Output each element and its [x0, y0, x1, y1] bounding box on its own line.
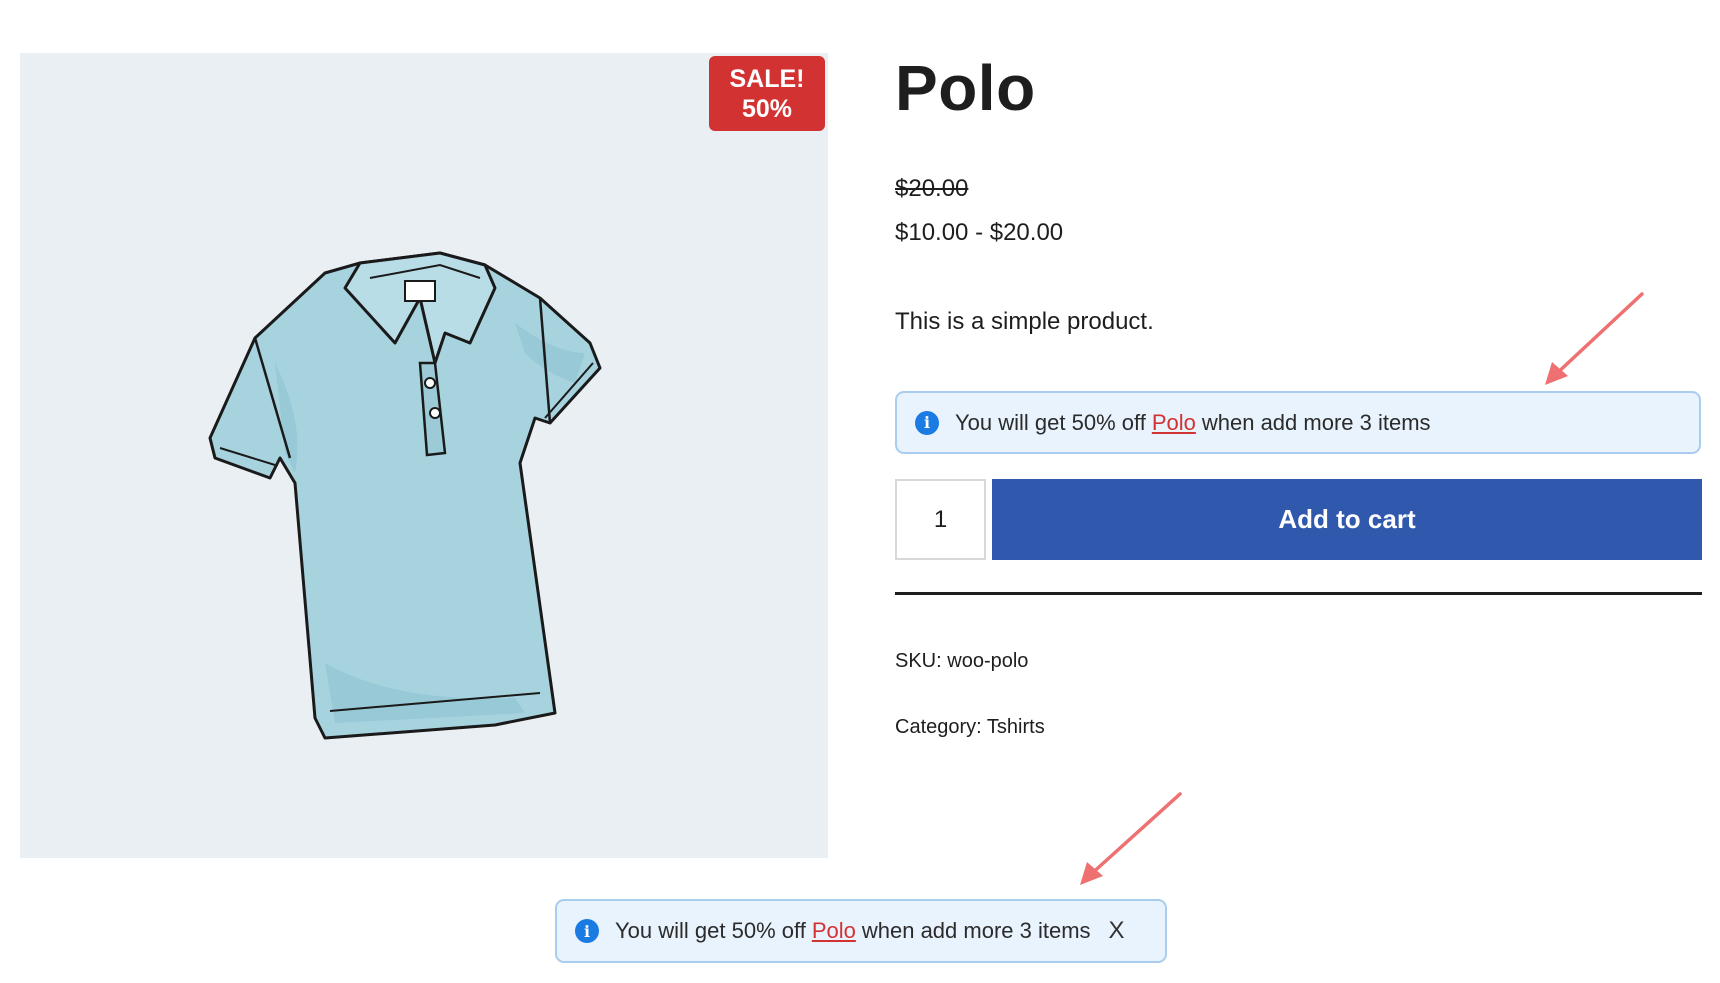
sale-badge-line2: 50% — [741, 94, 793, 123]
annotation-arrow-top — [1545, 292, 1644, 385]
product-title: Polo — [895, 52, 1036, 124]
info-icon: i — [915, 410, 939, 435]
toast-text-before: You will get 50% off — [615, 918, 806, 943]
annotation-arrow-bottom — [1080, 792, 1182, 885]
product-image[interactable]: SALE! 50% — [20, 53, 828, 858]
quantity-input[interactable] — [895, 479, 986, 560]
sale-price-range: $10.00 - $20.00 — [895, 219, 1064, 246]
discount-notice-inline: i You will get 50% off Polo when add mor… — [895, 391, 1701, 454]
product-sku: SKU: woo-polo — [895, 650, 1028, 673]
notice-text-before: You will get 50% off — [955, 409, 1146, 435]
notice-product-link[interactable]: Polo — [1152, 410, 1196, 436]
sku-label: SKU: — [895, 650, 942, 672]
notice-text-after: when add more 3 items — [1201, 409, 1431, 435]
product-page: SALE! 50% Polo $20.00 $10.00 - $20.00 Th… — [0, 0, 1720, 983]
close-icon[interactable]: X — [1109, 917, 1125, 945]
divider — [895, 592, 1702, 595]
sale-badge: SALE! 50% — [709, 56, 825, 131]
product-category: Category: Tshirts — [895, 716, 1045, 739]
regular-price: $20.00 — [895, 175, 969, 202]
discount-notice-toast: i You will get 50% off Polo when add mor… — [555, 899, 1167, 963]
toast-text-after: when add more 3 items — [861, 918, 1091, 943]
sale-badge-line1: SALE! — [729, 64, 805, 93]
product-short-description: This is a simple product. — [895, 308, 1154, 335]
info-icon: i — [575, 919, 599, 943]
polo-shirt-illustration — [208, 251, 602, 740]
category-link[interactable]: Tshirts — [987, 716, 1045, 738]
toast-product-link[interactable]: Polo — [812, 918, 856, 944]
category-label: Category: — [895, 716, 982, 738]
add-to-cart-button[interactable]: Add to cart — [992, 479, 1702, 560]
sku-value: woo-polo — [947, 650, 1029, 672]
